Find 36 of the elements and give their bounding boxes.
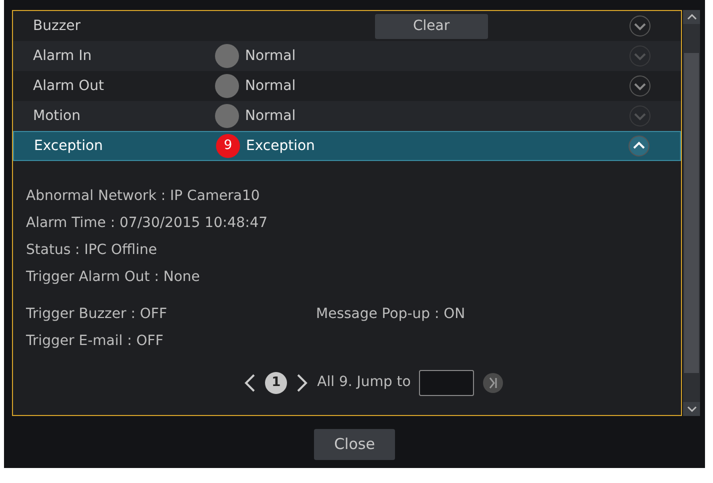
alarm-row[interactable]: Buzzer Clear [13, 11, 681, 41]
row-label: Alarm Out [33, 76, 106, 96]
detail-text: Trigger Alarm Out : None [26, 268, 201, 287]
alarm-row[interactable]: Exception 9 Exception [13, 131, 681, 161]
go-icon[interactable] [482, 372, 504, 394]
close-button[interactable]: Close [314, 429, 395, 460]
detail-text: Alarm Time : 07/30/2015 10:48:47 [26, 214, 269, 233]
status-dot: 9 [216, 134, 240, 158]
row-label: Exception [34, 136, 104, 156]
scroll-down-icon[interactable] [686, 405, 696, 413]
clear-button[interactable]: Clear [375, 14, 488, 38]
alarm-row[interactable]: Alarm In Normal [13, 41, 681, 71]
collapse-icon[interactable] [628, 135, 650, 157]
status-text: Normal [245, 106, 296, 126]
page-total: All 9. Jump to [317, 373, 411, 392]
scroll-up-icon[interactable] [686, 13, 696, 21]
row-label: Buzzer [33, 16, 82, 36]
status-text: Normal [245, 46, 296, 66]
previous-icon[interactable] [243, 372, 258, 392]
detail-text: Trigger E-mail : OFF [26, 332, 164, 351]
expand-icon[interactable] [629, 15, 651, 37]
detail-text: Abnormal Network : IP Camera10 [26, 187, 261, 206]
page-number[interactable]: 1 [265, 372, 288, 394]
next-icon[interactable] [295, 372, 310, 392]
detail-text: Status : IPC Offline [26, 241, 158, 260]
page-input[interactable] [418, 370, 474, 396]
detail-text: Message Pop-up : ON [316, 305, 466, 324]
row-label: Alarm In [33, 46, 93, 66]
alarm-row[interactable]: Motion Normal [13, 101, 681, 131]
detail-text: Trigger Buzzer : OFF [26, 305, 168, 324]
status-text: Normal [245, 76, 296, 96]
expand-icon[interactable] [629, 75, 651, 97]
scrollbar[interactable] [683, 10, 700, 416]
alarm-row[interactable]: Alarm Out Normal [13, 71, 681, 101]
status-text: Exception [246, 136, 315, 156]
row-label: Motion [33, 106, 82, 126]
